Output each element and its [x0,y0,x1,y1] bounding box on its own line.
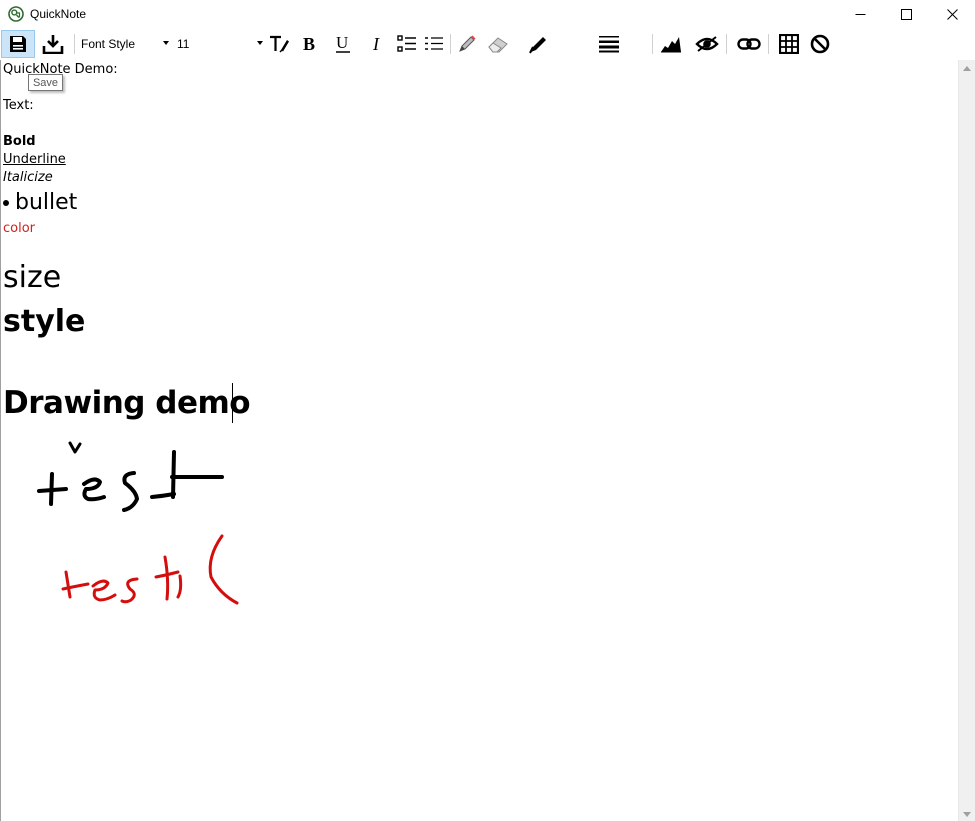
line-width-icon [599,36,619,53]
save-button[interactable] [1,30,35,58]
eraser-icon [488,37,508,53]
grid-icon [779,34,799,54]
font-size-select[interactable]: 11 [177,34,263,54]
italic-icon: I [372,35,380,53]
underline-icon: U [336,34,350,53]
save-icon [10,36,26,52]
font-style-select[interactable]: Font Style [81,34,169,54]
bold-button[interactable]: B [297,30,321,58]
app-logo-icon [8,6,24,22]
toolbar: Font Style 11 B U I [0,28,975,75]
font-style-value: Font Style [81,37,136,51]
chart-button[interactable] [658,30,684,58]
line-width-button[interactable] [596,30,622,58]
numbered-list-icon [425,37,443,50]
maximize-button[interactable] [883,0,929,28]
chevron-down-icon [163,41,169,45]
bullet-list-icon [397,35,416,52]
toolbar-separator [652,34,653,54]
close-icon [946,8,958,20]
toolbar-separator [450,34,451,54]
pencil-button[interactable] [455,30,479,58]
toolbar-separator [74,34,75,54]
minimize-button[interactable] [837,0,883,28]
clear-format-icon [270,35,289,53]
bullet-list-button[interactable] [396,30,418,58]
table-button[interactable] [776,30,802,58]
bullet-icon [3,199,9,206]
eye-icon [695,36,719,52]
download-icon [42,35,64,54]
vertical-scrollbar[interactable] [958,60,975,821]
editor-area[interactable]: QuickNote Demo: Text: Bold Underline Ita… [0,60,958,821]
pencil-icon [459,35,476,52]
maximize-icon [900,8,912,20]
minimize-icon [855,13,865,15]
save-tooltip: Save [28,74,63,91]
block-button[interactable] [807,30,833,58]
bullet-list-item: bullet [3,190,77,215]
block-icon [810,34,830,54]
toolbar-separator [726,34,727,54]
chevron-down-icon [257,41,263,45]
chart-icon [661,37,681,53]
text-caret [232,383,233,423]
download-button[interactable] [38,30,68,58]
marker-icon [529,37,546,54]
title-bar: QuickNote [0,0,975,28]
eye-button[interactable] [693,30,721,58]
svg-text:U: U [336,34,348,52]
eraser-button[interactable] [485,30,511,58]
toolbar-separator [768,34,769,54]
link-button[interactable] [735,30,763,58]
scroll-down-icon[interactable] [963,812,971,817]
text-size: size [3,260,62,295]
marker-button[interactable] [525,30,551,58]
window-title: QuickNote [30,7,87,21]
heading-drawing-demo: Drawing demo [3,385,251,421]
text-style: style [3,304,86,339]
text-color: color [3,221,36,236]
text-italic: Italicize [3,170,53,185]
italic-button[interactable]: I [366,30,390,58]
link-icon [737,38,761,50]
text-underline: Underline [3,152,66,167]
text-bold: Bold [3,134,36,149]
svg-text:B: B [303,35,315,53]
bold-icon: B [303,35,315,53]
scroll-up-icon[interactable] [963,66,971,71]
numbered-list-button[interactable] [423,30,445,58]
text-line-label: Text: [3,98,34,113]
close-button[interactable] [929,0,975,28]
underline-button[interactable]: U [331,30,355,58]
bullet-text: bullet [15,190,78,215]
clear-format-button[interactable] [266,30,292,58]
font-size-value: 11 [177,37,190,51]
svg-text:I: I [372,35,380,53]
